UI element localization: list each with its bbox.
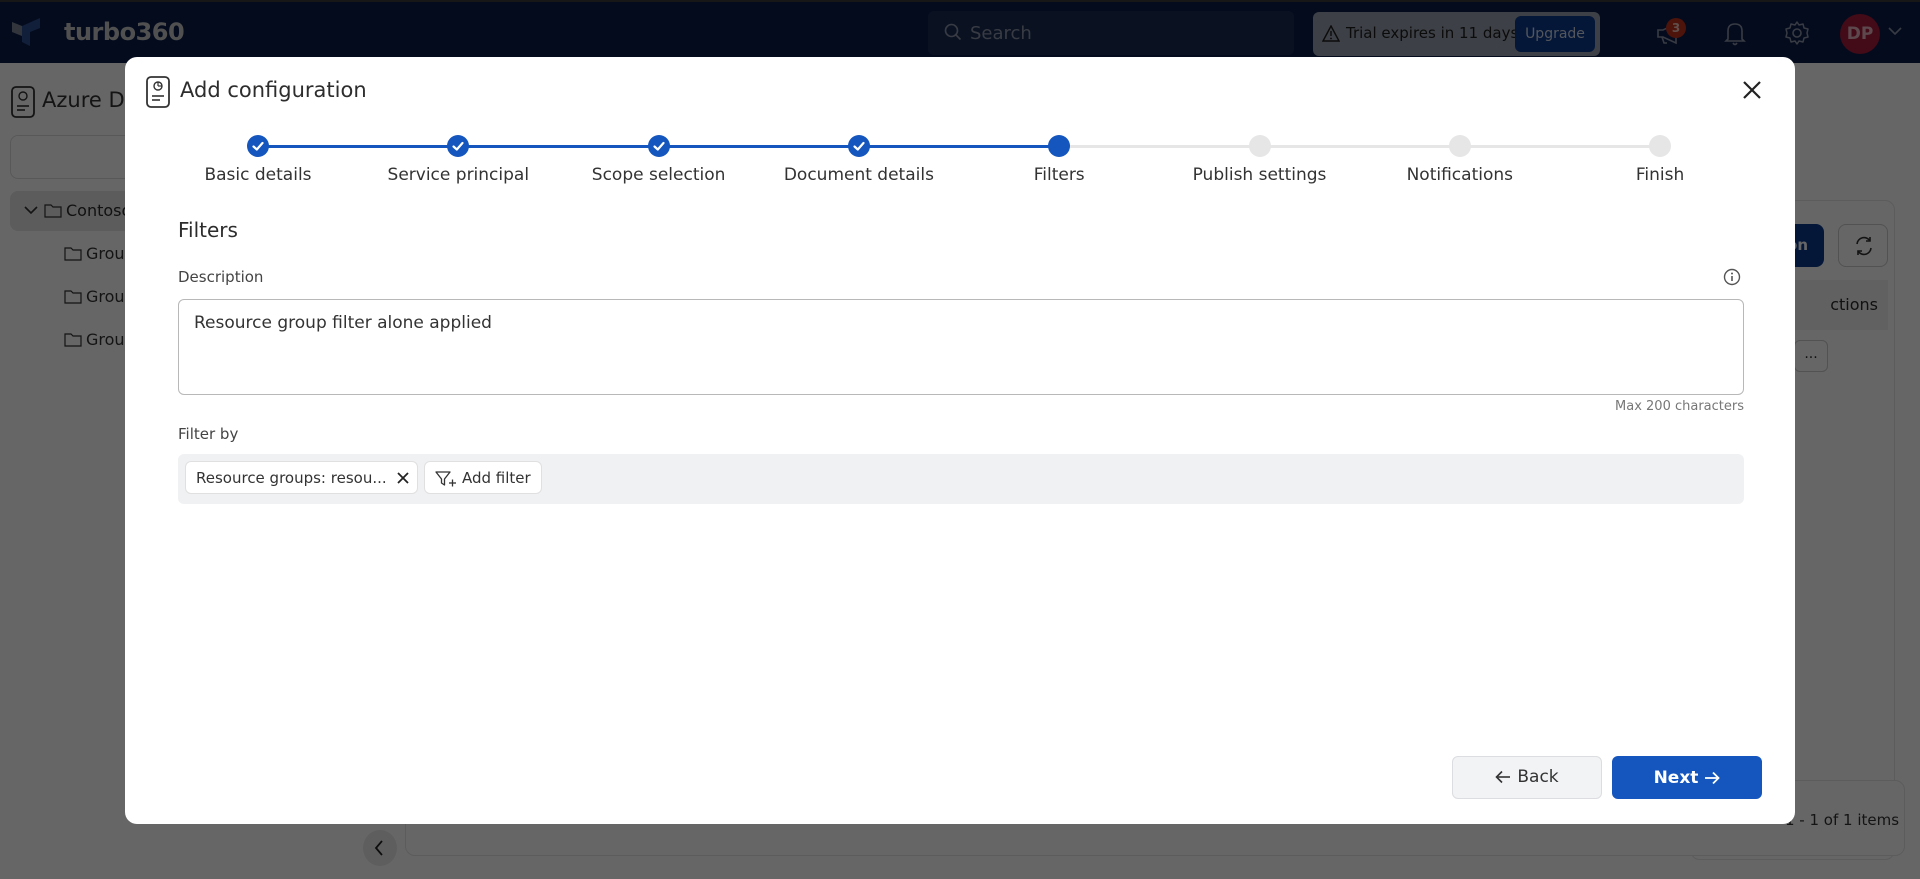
step-indicator-todo: [1248, 135, 1271, 157]
step-indicator-done: [847, 135, 870, 157]
step-connector: [1059, 145, 1260, 148]
step-label: Document details: [783, 165, 934, 185]
arrow-left-icon: [1495, 770, 1511, 783]
step-connector: [858, 145, 1060, 148]
filter-add-icon: [435, 471, 456, 487]
section-title: Filters: [178, 218, 238, 242]
step-label: Notifications: [1406, 165, 1513, 185]
step-indicator-done: [647, 135, 670, 157]
next-label: Next: [1653, 767, 1699, 788]
check-icon: [452, 141, 464, 151]
description-label: Description: [178, 268, 264, 286]
step-indicator-todo: [1649, 135, 1672, 157]
filter-chip-resource-groups[interactable]: Resource groups: resou...: [185, 461, 418, 494]
check-icon: [652, 141, 665, 151]
step-label: Service principal: [387, 165, 530, 185]
remove-filter-icon[interactable]: [396, 471, 410, 485]
document-report-icon: [146, 76, 170, 108]
max-characters-hint: Max 200 characters: [1615, 399, 1744, 414]
filter-chip-label: Resource groups: resou...: [196, 469, 387, 487]
dialog-title: Add configuration: [180, 78, 367, 102]
next-button[interactable]: Next: [1612, 756, 1762, 799]
check-icon: [853, 141, 865, 151]
filter-by-label: Filter by: [178, 425, 239, 443]
step-indicator-active: [1048, 135, 1071, 157]
arrow-right-icon: [1705, 771, 1721, 784]
step-connector: [1259, 145, 1460, 148]
check-icon: [252, 141, 264, 151]
step-connector: [658, 145, 859, 148]
add-filter-label: Add filter: [462, 469, 531, 487]
step-connector: [458, 145, 659, 148]
add-configuration-dialog: Add configuration Basic details Service p…: [125, 57, 1795, 824]
add-filter-button[interactable]: Add filter: [424, 461, 542, 494]
info-icon[interactable]: [1723, 268, 1741, 286]
step-indicator-done: [447, 135, 470, 157]
step-connector: [258, 145, 459, 148]
back-label: Back: [1517, 766, 1559, 787]
step-label: Filters: [1033, 165, 1085, 185]
step-label: Basic details: [204, 165, 312, 185]
step-label: Finish: [1635, 165, 1685, 185]
step-indicator-todo: [1448, 135, 1471, 157]
description-textarea[interactable]: [178, 299, 1744, 395]
close-icon[interactable]: [1739, 77, 1765, 103]
step-indicator-done: [247, 135, 269, 157]
step-connector: [1459, 145, 1661, 148]
back-button[interactable]: Back: [1452, 756, 1602, 799]
step-label: Scope selection: [591, 165, 726, 185]
filter-bar: Resource groups: resou... Add filter: [178, 454, 1744, 504]
step-label: Publish settings: [1192, 165, 1327, 185]
